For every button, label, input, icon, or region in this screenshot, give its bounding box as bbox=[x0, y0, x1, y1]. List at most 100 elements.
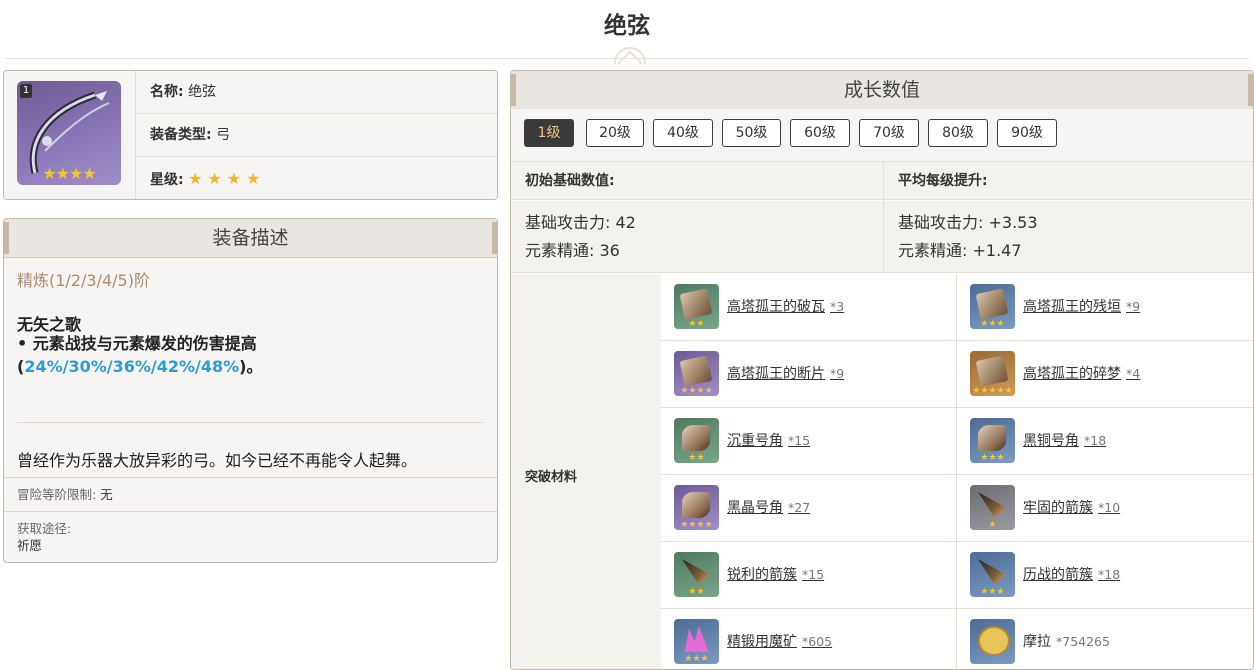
material-name: 摩拉 bbox=[1023, 634, 1051, 650]
material-cell: ★★ 锐利的箭簇 *15 bbox=[661, 542, 957, 609]
material-quantity: *10 bbox=[1098, 500, 1121, 515]
material-name: 牢固的箭簇 bbox=[1023, 500, 1093, 516]
material-quantity: *15 bbox=[802, 567, 825, 582]
material-stars: ★ bbox=[988, 520, 997, 530]
materials-label: 突破材料 bbox=[525, 470, 578, 485]
growth-panel: 成长数值 1级 20级 40级 50级 60级 70级 80级 90级 初始基础… bbox=[510, 70, 1254, 670]
material-cell: ★★★ 精锻用魔矿 *605 bbox=[661, 609, 957, 669]
type-label: 装备类型: bbox=[150, 127, 212, 143]
level-button-90[interactable]: 90级 bbox=[997, 119, 1057, 147]
weapon-type-row: 装备类型: 弓 bbox=[136, 114, 497, 157]
shattered-dream-icon[interactable]: ★★★★★ bbox=[970, 351, 1015, 396]
weapon-type: 弓 bbox=[216, 127, 231, 143]
mystic-ore-icon[interactable]: ★★★ bbox=[674, 619, 719, 664]
material-link[interactable]: 精锻用魔矿 *605 bbox=[727, 631, 832, 651]
tile-fragment-icon[interactable]: ★★ bbox=[674, 284, 719, 329]
obtain-label: 获取途径: bbox=[17, 521, 72, 536]
level-button-40[interactable]: 40级 bbox=[653, 119, 713, 147]
weapon-bow-icon: 1 ★★★★ bbox=[17, 81, 121, 185]
weapon-name: 绝弦 bbox=[188, 84, 217, 100]
weapon-rarity-stars: ★★★★ bbox=[42, 164, 96, 183]
weapon-info-panel: 1 ★★★★ 名称: 绝弦 装备类型: 弓 星级: ★★★★ bbox=[3, 70, 498, 200]
level-button-60[interactable]: 60级 bbox=[790, 119, 850, 147]
material-name: 黑铜号角 bbox=[1023, 433, 1079, 449]
material-link[interactable]: 历战的箭簇 *18 bbox=[1023, 564, 1120, 584]
weapon-icon-cell: 1 ★★★★ bbox=[4, 71, 136, 199]
material-name: 高塔孤王的碎梦 bbox=[1023, 366, 1121, 382]
material-link[interactable]: 高塔孤王的断片 *9 bbox=[727, 363, 844, 383]
material-cell: ★★★ 黑铜号角 *18 bbox=[957, 408, 1253, 475]
material-stars: ★★★★ bbox=[680, 520, 713, 530]
growth-header: 成长数值 bbox=[511, 71, 1253, 110]
adventure-rank-value: 无 bbox=[100, 487, 113, 502]
obtain-value: 祈愿 bbox=[17, 538, 43, 553]
weapon-rarity-row: 星级: ★★★★ bbox=[136, 157, 497, 199]
adventure-rank-row: 冒险等阶限制: 无 bbox=[4, 477, 497, 511]
material-shape bbox=[975, 355, 1009, 387]
material-link[interactable]: 摩拉 *754265 bbox=[1023, 631, 1110, 651]
material-link[interactable]: 黑铜号角 *18 bbox=[1023, 430, 1106, 450]
material-link[interactable]: 黑晶号角 *27 bbox=[727, 497, 810, 517]
avg-stats-header: 平均每级提升: bbox=[884, 162, 1253, 200]
level-button-70[interactable]: 70级 bbox=[859, 119, 919, 147]
material-stars: ★★★ bbox=[684, 654, 709, 664]
material-stars: ★★ bbox=[688, 453, 705, 463]
material-shape bbox=[975, 288, 1009, 320]
weathered-arrowhead-icon[interactable]: ★★★ bbox=[970, 552, 1015, 597]
refine-badge: 1 bbox=[20, 84, 32, 98]
material-link[interactable]: 高塔孤王的残垣 *9 bbox=[1023, 296, 1140, 316]
avg-stat-atk: 基础攻击力: +3.53 bbox=[898, 213, 1038, 232]
firm-arrowhead-icon[interactable]: ★ bbox=[970, 485, 1015, 530]
ruined-wall-icon[interactable]: ★★★ bbox=[970, 284, 1015, 329]
material-stars: ★★ bbox=[688, 587, 705, 597]
broken-piece-icon[interactable]: ★★★★ bbox=[674, 351, 719, 396]
level-button-20[interactable]: 20级 bbox=[586, 119, 644, 147]
material-name: 历战的箭簇 bbox=[1023, 567, 1093, 583]
material-link[interactable]: 牢固的箭簇 *10 bbox=[1023, 497, 1120, 517]
black-crystal-horn-icon[interactable]: ★★★★ bbox=[674, 485, 719, 530]
material-link[interactable]: 高塔孤王的破瓦 *3 bbox=[727, 296, 844, 316]
sharp-arrowhead-icon[interactable]: ★★ bbox=[674, 552, 719, 597]
material-stars: ★★★★★ bbox=[972, 386, 1013, 396]
base-stat-atk: 基础攻击力: 42 bbox=[525, 213, 636, 232]
skill-text-suffix: )。 bbox=[239, 357, 263, 376]
name-label: 名称: bbox=[150, 84, 184, 100]
level-button-50[interactable]: 50级 bbox=[722, 119, 781, 147]
material-shape bbox=[682, 492, 710, 518]
mora-coin-icon[interactable] bbox=[970, 619, 1015, 664]
level-button-80[interactable]: 80级 bbox=[928, 119, 988, 147]
title-ornament-icon bbox=[609, 44, 649, 64]
base-stats: 基础攻击力: 42 元素精通: 36 bbox=[511, 201, 883, 273]
material-name: 沉重号角 bbox=[727, 433, 783, 449]
description-panel: 装备描述 精炼(1/2/3/4/5)阶 无矢之歌 • 元素战技与元素爆发的伤害提… bbox=[3, 218, 498, 563]
material-cell: ★★★ 高塔孤王的残垣 *9 bbox=[957, 274, 1253, 341]
materials-label-cell: 突破材料 bbox=[511, 274, 662, 669]
material-quantity: *9 bbox=[1126, 299, 1141, 314]
material-link[interactable]: 高塔孤王的碎梦 *4 bbox=[1023, 363, 1140, 383]
heavy-horn-icon[interactable]: ★★ bbox=[674, 418, 719, 463]
material-cell: ★★★★★ 高塔孤王的碎梦 *4 bbox=[957, 341, 1253, 408]
material-shape bbox=[682, 559, 710, 585]
description-header-text: 装备描述 bbox=[212, 227, 289, 249]
material-shape bbox=[978, 626, 1010, 656]
material-link[interactable]: 锐利的箭簇 *15 bbox=[727, 564, 824, 584]
obtain-row: 获取途径: 祈愿 bbox=[4, 511, 497, 562]
flavor-text: 曾经作为乐器大放异彩的弓。如今已经不再能令人起舞。 bbox=[17, 451, 418, 470]
material-cell: ★★ 高塔孤王的破瓦 *3 bbox=[661, 274, 957, 341]
material-cell: ★★ 沉重号角 *15 bbox=[661, 408, 957, 475]
skill-values: 24%/30%/36%/42%/48% bbox=[24, 357, 240, 376]
material-quantity: *3 bbox=[830, 299, 845, 314]
material-quantity: *15 bbox=[788, 433, 811, 448]
material-link[interactable]: 沉重号角 *15 bbox=[727, 430, 810, 450]
black-bronze-horn-icon[interactable]: ★★★ bbox=[970, 418, 1015, 463]
base-stat-em: 元素精通: 36 bbox=[525, 241, 620, 260]
material-shape bbox=[978, 559, 1006, 585]
material-quantity: *27 bbox=[788, 500, 811, 515]
material-stars: ★★★★ bbox=[680, 386, 713, 396]
description-header: 装备描述 bbox=[4, 219, 497, 258]
weapon-name-row: 名称: 绝弦 bbox=[136, 71, 497, 114]
material-shape bbox=[679, 355, 713, 387]
material-stars: ★★ bbox=[688, 319, 705, 329]
material-stars: ★★★ bbox=[980, 319, 1005, 329]
level-button-1[interactable]: 1级 bbox=[524, 119, 574, 147]
